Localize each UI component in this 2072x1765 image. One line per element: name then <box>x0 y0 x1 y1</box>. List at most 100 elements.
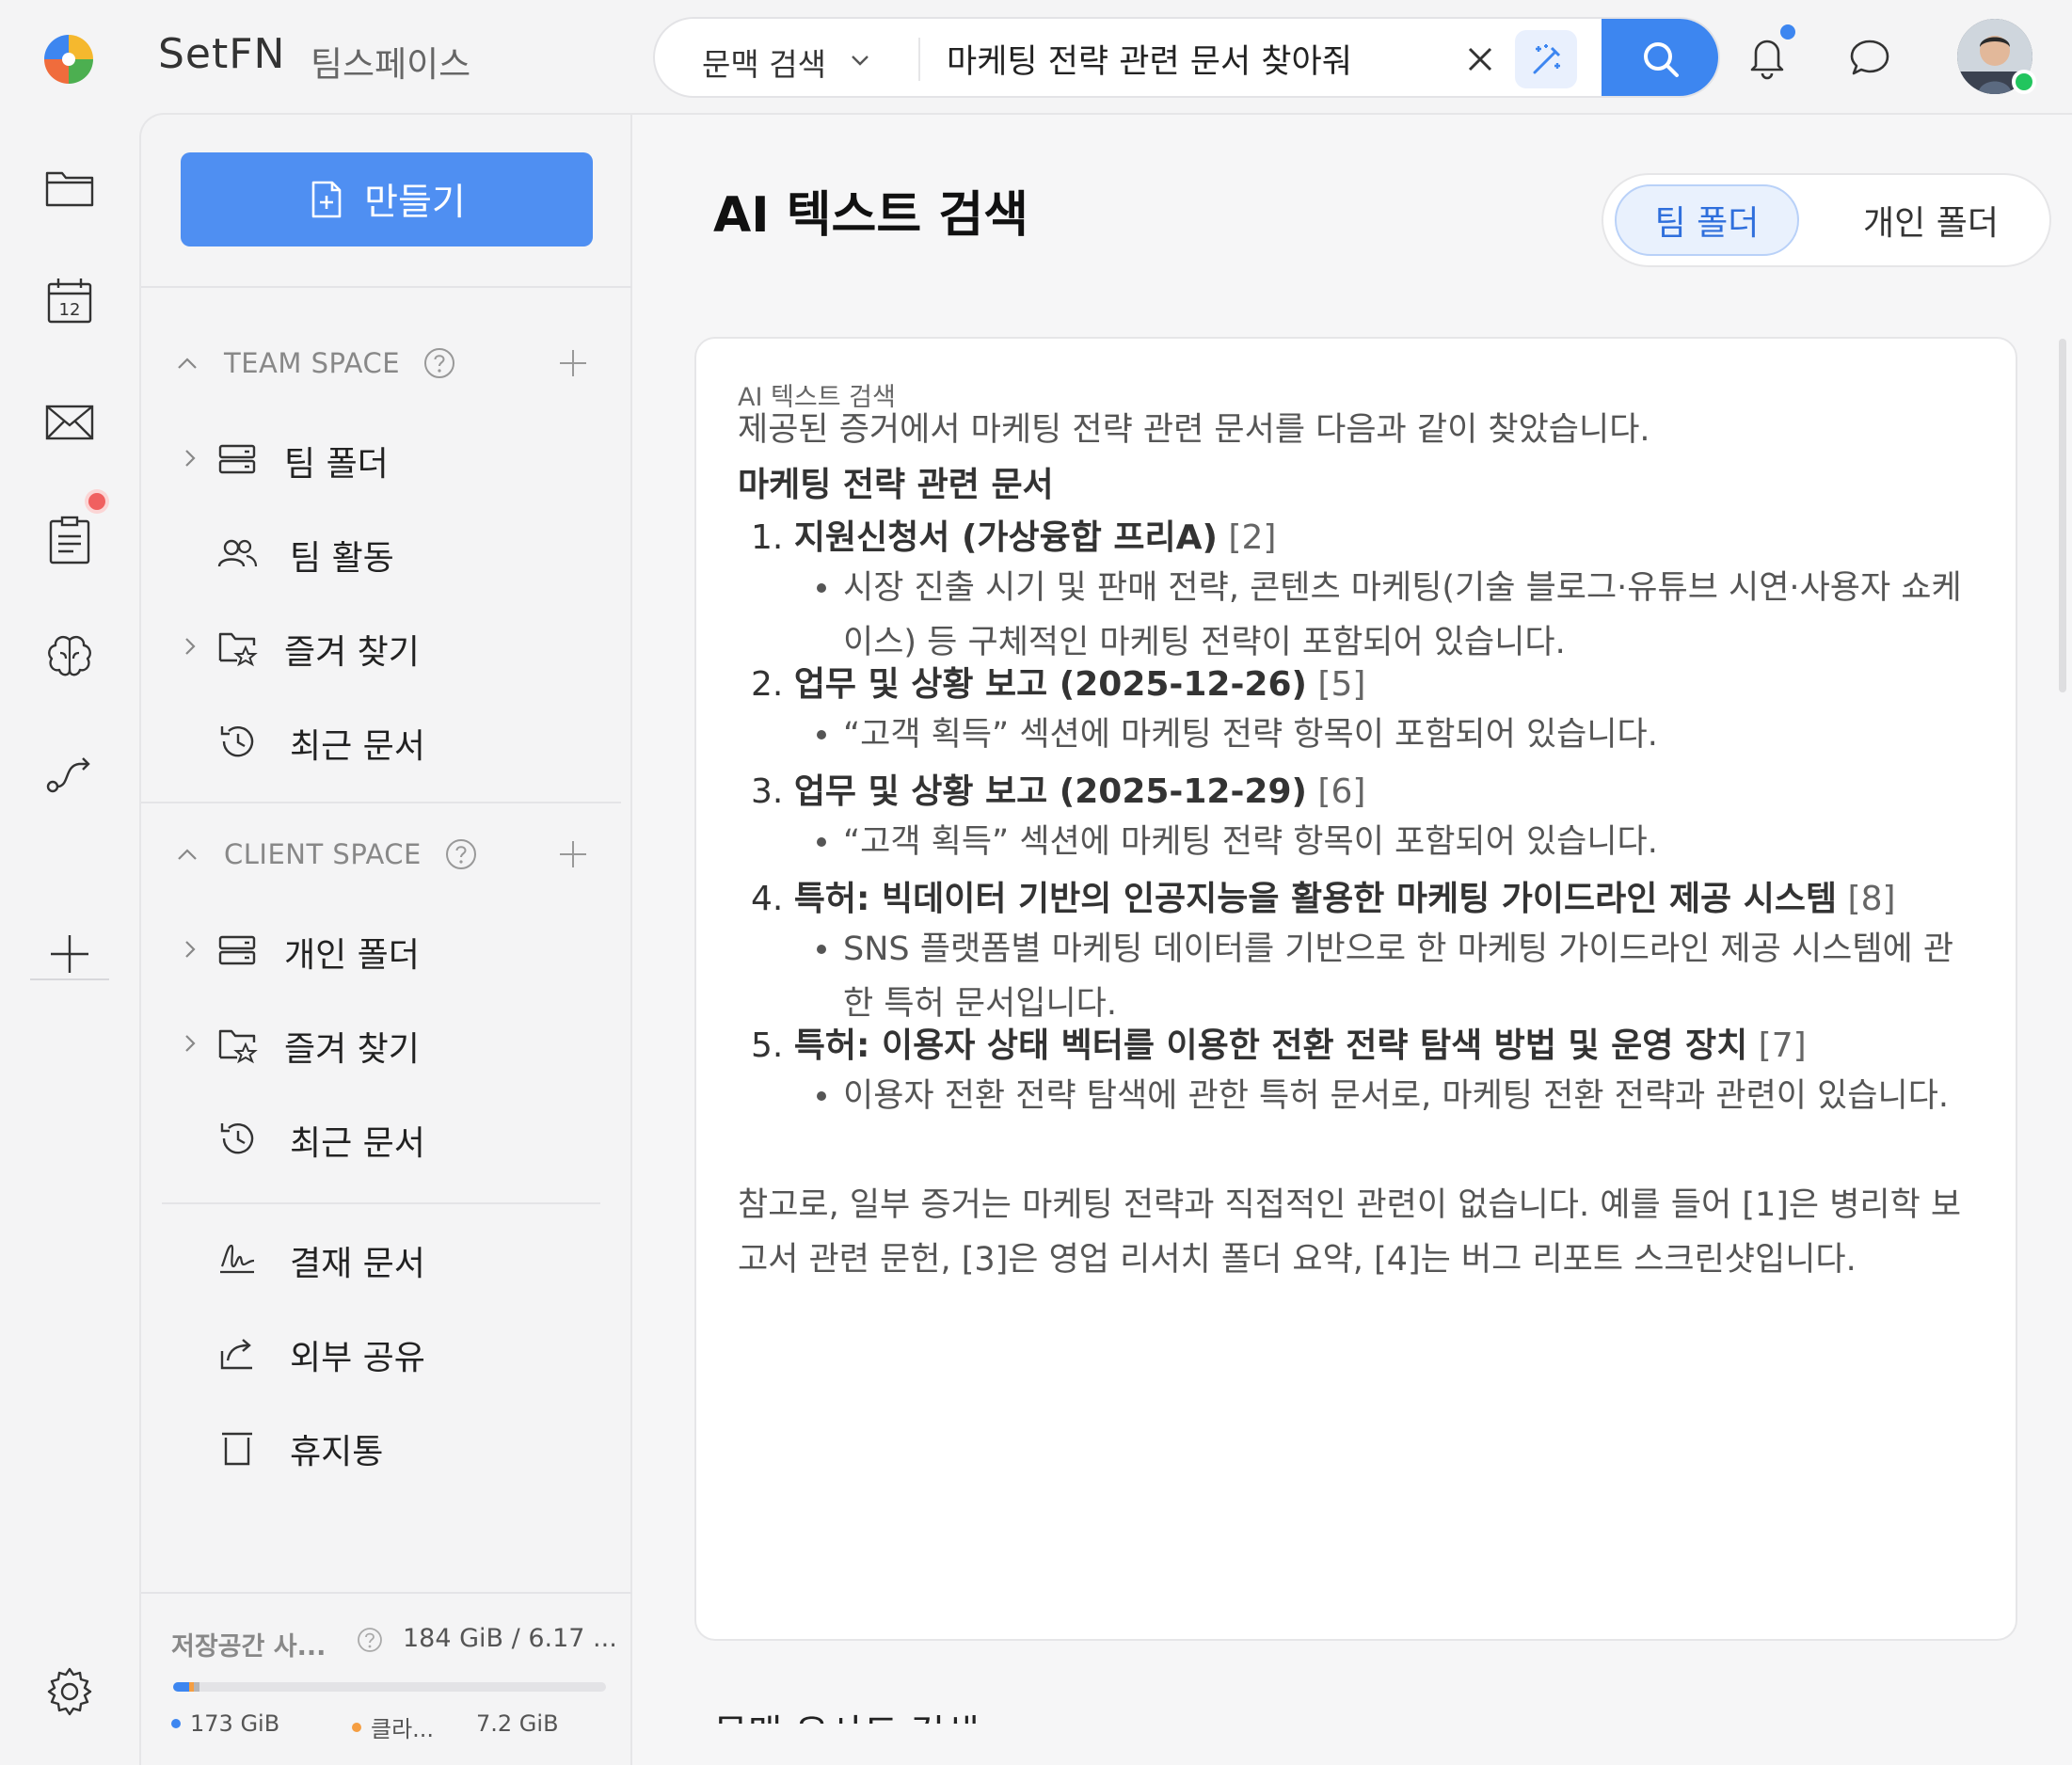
citation[interactable]: [5] <box>1317 665 1365 704</box>
sidebar-item-approval[interactable]: 결재 문서 <box>141 1225 634 1291</box>
result-description: 이용자 전환 전략 탐색에 관한 특허 문서로, 마케팅 전환 전략과 관련이 … <box>843 1077 1950 1115</box>
tab-personal-folder[interactable]: 개인 폴더 <box>1827 184 2034 256</box>
bullet-dot <box>817 583 826 593</box>
next-section-title: 문맥 유사도 검색 <box>713 1703 980 1724</box>
answer-heading: 마케팅 전략 관련 문서 <box>738 466 1054 504</box>
result-title-text: 업무 및 상황 보고 (2025-12-26) <box>793 665 1307 704</box>
sidebar-divider <box>141 286 634 288</box>
mail-icon[interactable] <box>41 393 98 450</box>
result-description: SNS 플랫폼별 마케팅 데이터를 기반으로 한 마케팅 가이드라인 제공 시스… <box>843 930 1954 1023</box>
mail-unread-badge <box>88 493 105 510</box>
result-title[interactable]: 5. 특허: 이용자 상태 벡터를 이용한 전환 전략 탐색 방법 및 운영 장… <box>751 1018 1807 1067</box>
brand-name[interactable]: SetFN <box>158 30 285 78</box>
storage-fill-other <box>194 1682 199 1692</box>
folder-star-icon <box>218 632 258 667</box>
tab-team-folder[interactable]: 팀 폴더 <box>1615 184 1799 256</box>
settings-gear-icon[interactable] <box>41 1663 98 1720</box>
sidebar-item-client-recent[interactable]: 최근 문서 <box>141 1105 634 1170</box>
result-title-text: 업무 및 상황 보고 (2025-12-29) <box>793 772 1307 811</box>
clear-search-icon[interactable] <box>1462 41 1498 77</box>
result-number: 3. <box>751 772 784 811</box>
sidebar-item-trash[interactable]: 휴지통 <box>141 1413 634 1479</box>
result-title[interactable]: 1. 지원신청서 (가상융합 프리A) [2] <box>751 510 1276 559</box>
chevron-right-icon <box>185 450 196 467</box>
storage-usage: 저장공간 사... 184 GiB / 6.17 ... 173 GiB 클라.… <box>141 1592 634 1765</box>
chat-icon[interactable] <box>1846 34 1893 81</box>
ai-answer-card: AI 텍스트 검색 제공된 증거에서 마케팅 전략 관련 문서를 다음과 같이 … <box>694 337 2017 1641</box>
storage-legend-label: 클라... <box>371 1716 435 1742</box>
help-circle-icon[interactable] <box>356 1626 384 1654</box>
result-title-text: 특허: 빅데이터 기반의 인공지능을 활용한 마케팅 가이드라인 제공 시스템 <box>793 880 1838 918</box>
ai-magic-button[interactable] <box>1515 30 1577 88</box>
top-bar: SetFN 팀스페이스 문맥 검색 <box>0 0 2072 113</box>
client-space-label: CLIENT SPACE <box>224 838 422 870</box>
search-mode-select[interactable]: 문맥 검색 <box>702 40 826 85</box>
add-client-space-icon[interactable] <box>557 838 589 870</box>
sidebar-item-label: 개인 폴더 <box>284 936 420 975</box>
answer-intro: 제공된 증거에서 마케팅 전략 관련 문서를 다음과 같이 찾았습니다. <box>738 411 1650 449</box>
result-number: 1. <box>751 518 784 557</box>
sidebar-item-team-activity[interactable]: 팀 활동 <box>141 519 634 585</box>
sidebar-item-team-favorites[interactable]: 즐겨 찾기 <box>141 613 634 679</box>
online-status-dot <box>2012 70 2036 94</box>
add-team-space-icon[interactable] <box>557 347 589 379</box>
help-circle-icon[interactable] <box>444 837 478 871</box>
result-title-text: 지원신청서 (가상융합 프리A) <box>793 518 1218 557</box>
storage-progress-bar <box>173 1682 606 1692</box>
citation[interactable]: [6] <box>1317 772 1365 811</box>
clipboard-icon[interactable] <box>41 512 98 568</box>
sidebar-item-team-folder[interactable]: 팀 폴더 <box>141 425 634 491</box>
sidebar-item-external-share[interactable]: 외부 공유 <box>141 1319 634 1385</box>
calendar-icon[interactable]: 12 <box>41 273 98 329</box>
search-button[interactable] <box>1602 19 1718 96</box>
sidebar-item-team-recent[interactable]: 최근 문서 <box>141 708 634 773</box>
notification-bell-icon[interactable] <box>1743 32 1792 81</box>
team-space-header[interactable]: TEAM SPACE <box>173 344 456 382</box>
app-logo-icon[interactable] <box>41 32 96 87</box>
sidebar-item-label: 외부 공유 <box>290 1339 425 1377</box>
sidebar-item-label: 최근 문서 <box>290 1124 425 1163</box>
scrollbar[interactable] <box>2059 339 2066 692</box>
citation[interactable]: [8] <box>1848 880 1896 918</box>
chevron-right-icon <box>185 1035 196 1052</box>
result-title[interactable]: 2. 업무 및 상황 보고 (2025-12-26) [5] <box>751 657 1365 706</box>
add-app-icon[interactable] <box>41 926 98 982</box>
workflow-route-icon[interactable] <box>41 745 98 802</box>
chevron-down-icon[interactable] <box>847 47 873 73</box>
sidebar-item-personal-folder[interactable]: 개인 폴더 <box>141 916 634 982</box>
result-number: 5. <box>751 1026 784 1065</box>
bullet-dot <box>817 730 826 739</box>
storage-legend-item: 7.2 GiB <box>476 1710 559 1737</box>
search-input[interactable] <box>947 34 1379 83</box>
sidebar-item-label: 휴지통 <box>290 1433 384 1471</box>
folder-icon[interactable] <box>41 160 98 216</box>
folder-stack-icon <box>218 935 256 965</box>
brain-icon[interactable] <box>41 628 98 685</box>
storage-legend-label: 7.2 GiB <box>476 1710 559 1737</box>
new-file-icon <box>311 181 342 218</box>
citation[interactable]: [2] <box>1228 518 1276 557</box>
signature-icon <box>220 1244 255 1274</box>
sidebar-divider <box>141 802 621 803</box>
legend-dot <box>352 1722 361 1732</box>
result-description: 시장 진출 시기 및 판매 전략, 콘텐츠 마케팅(기술 블로그·유튜브 시연·… <box>843 569 1962 661</box>
result-title[interactable]: 3. 업무 및 상황 보고 (2025-12-29) [6] <box>751 764 1365 813</box>
history-icon <box>220 726 254 757</box>
citation[interactable]: [7] <box>1759 1026 1807 1065</box>
sidebar-item-client-favorites[interactable]: 즐겨 찾기 <box>141 1010 634 1076</box>
chevron-up-icon <box>178 358 197 369</box>
result-title[interactable]: 4. 특허: 빅데이터 기반의 인공지능을 활용한 마케팅 가이드라인 제공 시… <box>751 871 1896 920</box>
sidebar-item-label: 최근 문서 <box>290 727 425 766</box>
client-space-header[interactable]: CLIENT SPACE <box>173 835 478 873</box>
result-number: 4. <box>751 880 784 918</box>
result-number: 2. <box>751 665 784 704</box>
storage-legend-item: 173 GiB <box>171 1710 279 1737</box>
create-button[interactable]: 만들기 <box>181 152 593 246</box>
result-description: “고객 획득” 섹션에 마케팅 전략 항목이 포함되어 있습니다. <box>843 823 1658 861</box>
help-circle-icon[interactable] <box>422 346 456 380</box>
storage-legend-item: 클라... <box>352 1710 434 1743</box>
sidebar-item-label: 즐겨 찾기 <box>284 633 420 672</box>
bullet-dot <box>817 945 826 954</box>
users-icon <box>217 539 258 567</box>
folder-scope-toggle: 팀 폴더 개인 폴더 <box>1602 173 2051 267</box>
